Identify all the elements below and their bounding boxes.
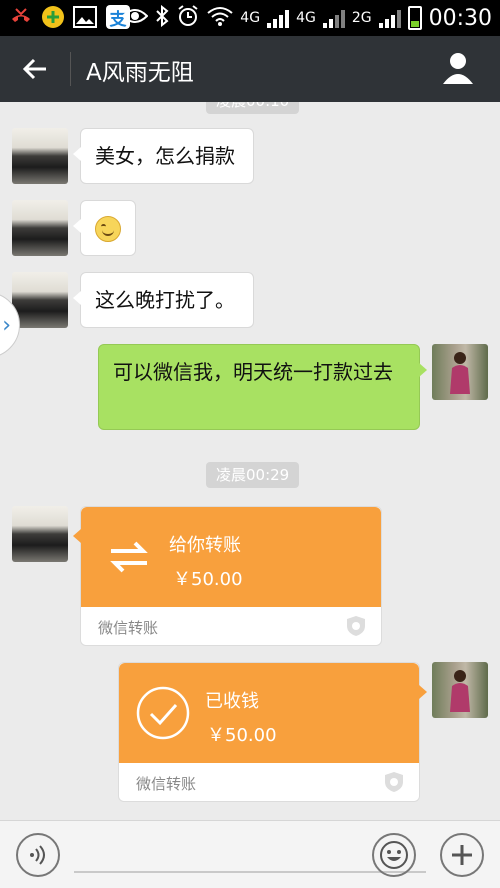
alarm-icon [176, 4, 200, 32]
avatar-self[interactable] [432, 662, 488, 718]
message-bubble-incoming[interactable]: 这么晚打扰了。 [73, 272, 254, 328]
signal-icon-3 [378, 8, 401, 28]
transfer-label: 已收钱 [205, 691, 259, 712]
transfer-card-incoming[interactable]: 给你转账 ￥50.00 微信转账 [73, 506, 382, 646]
battery-icon [407, 6, 422, 30]
gallery-icon [72, 4, 98, 30]
network-label-3: 2G [351, 10, 372, 26]
avatar-contact[interactable] [12, 506, 68, 562]
timestamp-top: 凌晨00:10 [206, 102, 300, 114]
message-input[interactable] [74, 871, 426, 873]
voice-input-button[interactable] [16, 833, 60, 877]
clock: 00:30 [428, 5, 492, 31]
check-circle-icon [136, 686, 190, 740]
transfer-amount: ￥50.00 [173, 569, 243, 590]
transfer-arrows-icon [110, 541, 148, 573]
shield-icon [385, 772, 403, 792]
shield-icon [347, 616, 365, 636]
message-bubble-incoming[interactable] [73, 200, 136, 256]
transfer-label: 给你转账 [169, 535, 241, 556]
person-icon [443, 53, 473, 84]
avatar-contact[interactable] [12, 200, 68, 256]
transfer-footer-label: 微信转账 [136, 775, 197, 793]
signal-icon-2 [322, 8, 345, 28]
header-divider [70, 52, 71, 86]
emoji-button[interactable] [372, 833, 416, 877]
person-photo-icon [450, 670, 470, 712]
wifi-icon [207, 5, 233, 31]
message-bubble-outgoing[interactable]: 可以微信我，明天统一打款过去 [98, 344, 427, 430]
network-label-2: 4G [296, 10, 316, 26]
transfer-card-received[interactable]: 已收钱 ￥50.00 微信转账 [118, 662, 427, 802]
transfer-card-footer: 微信转账 [119, 763, 419, 801]
smile-icon [380, 841, 408, 869]
transfer-amount: ￥50.00 [207, 725, 277, 746]
transfer-card-footer: 微信转账 [81, 607, 381, 645]
plus-icon [452, 845, 472, 865]
chat-title: A风雨无阻 [86, 60, 194, 86]
back-arrow-icon [22, 58, 46, 80]
system-status: 4G 4G 2G 00:30 [121, 4, 492, 32]
message-bubble-incoming[interactable]: 美女，怎么捐款 [73, 128, 254, 184]
notification-icons: 支 [8, 4, 130, 30]
avatar-self[interactable] [432, 344, 488, 400]
status-bar: 支 4G 4G 2G 00:30 [0, 0, 500, 36]
transfer-card-body: 已收钱 ￥50.00 [119, 663, 419, 763]
message-text: 美女，怎么捐款 [95, 144, 235, 168]
person-photo-icon [450, 352, 470, 394]
voice-icon [30, 845, 45, 865]
input-bar [0, 820, 500, 888]
message-text: 可以微信我，明天统一打款过去 [113, 360, 393, 384]
message-text: 这么晚打扰了。 [95, 288, 235, 312]
eye-icon [121, 7, 149, 29]
bluetooth-icon [155, 4, 169, 31]
network-label-1: 4G [240, 10, 261, 26]
timestamp-mid: 凌晨00:29 [206, 462, 300, 488]
avatar-contact[interactable] [12, 128, 68, 184]
smile-emoji-icon [95, 216, 121, 242]
transfer-card-body: 给你转账 ￥50.00 [81, 507, 381, 607]
transfer-footer-label: 微信转账 [98, 619, 159, 637]
back-button[interactable] [18, 52, 52, 86]
more-actions-button[interactable] [440, 833, 484, 877]
signal-icon [267, 8, 290, 28]
message-list[interactable]: 凌晨00:10 美女，怎么捐款 这么晚打扰了。 › 可以微信我，明天统一打款过去… [0, 102, 500, 820]
missed-call-icon [8, 4, 34, 30]
chevron-right-icon: › [2, 312, 11, 338]
avatar-contact[interactable] [12, 272, 68, 328]
chat-info-button[interactable] [440, 50, 476, 86]
app-badge-icon [42, 6, 64, 28]
chat-header: A风雨无阻 [0, 36, 500, 102]
